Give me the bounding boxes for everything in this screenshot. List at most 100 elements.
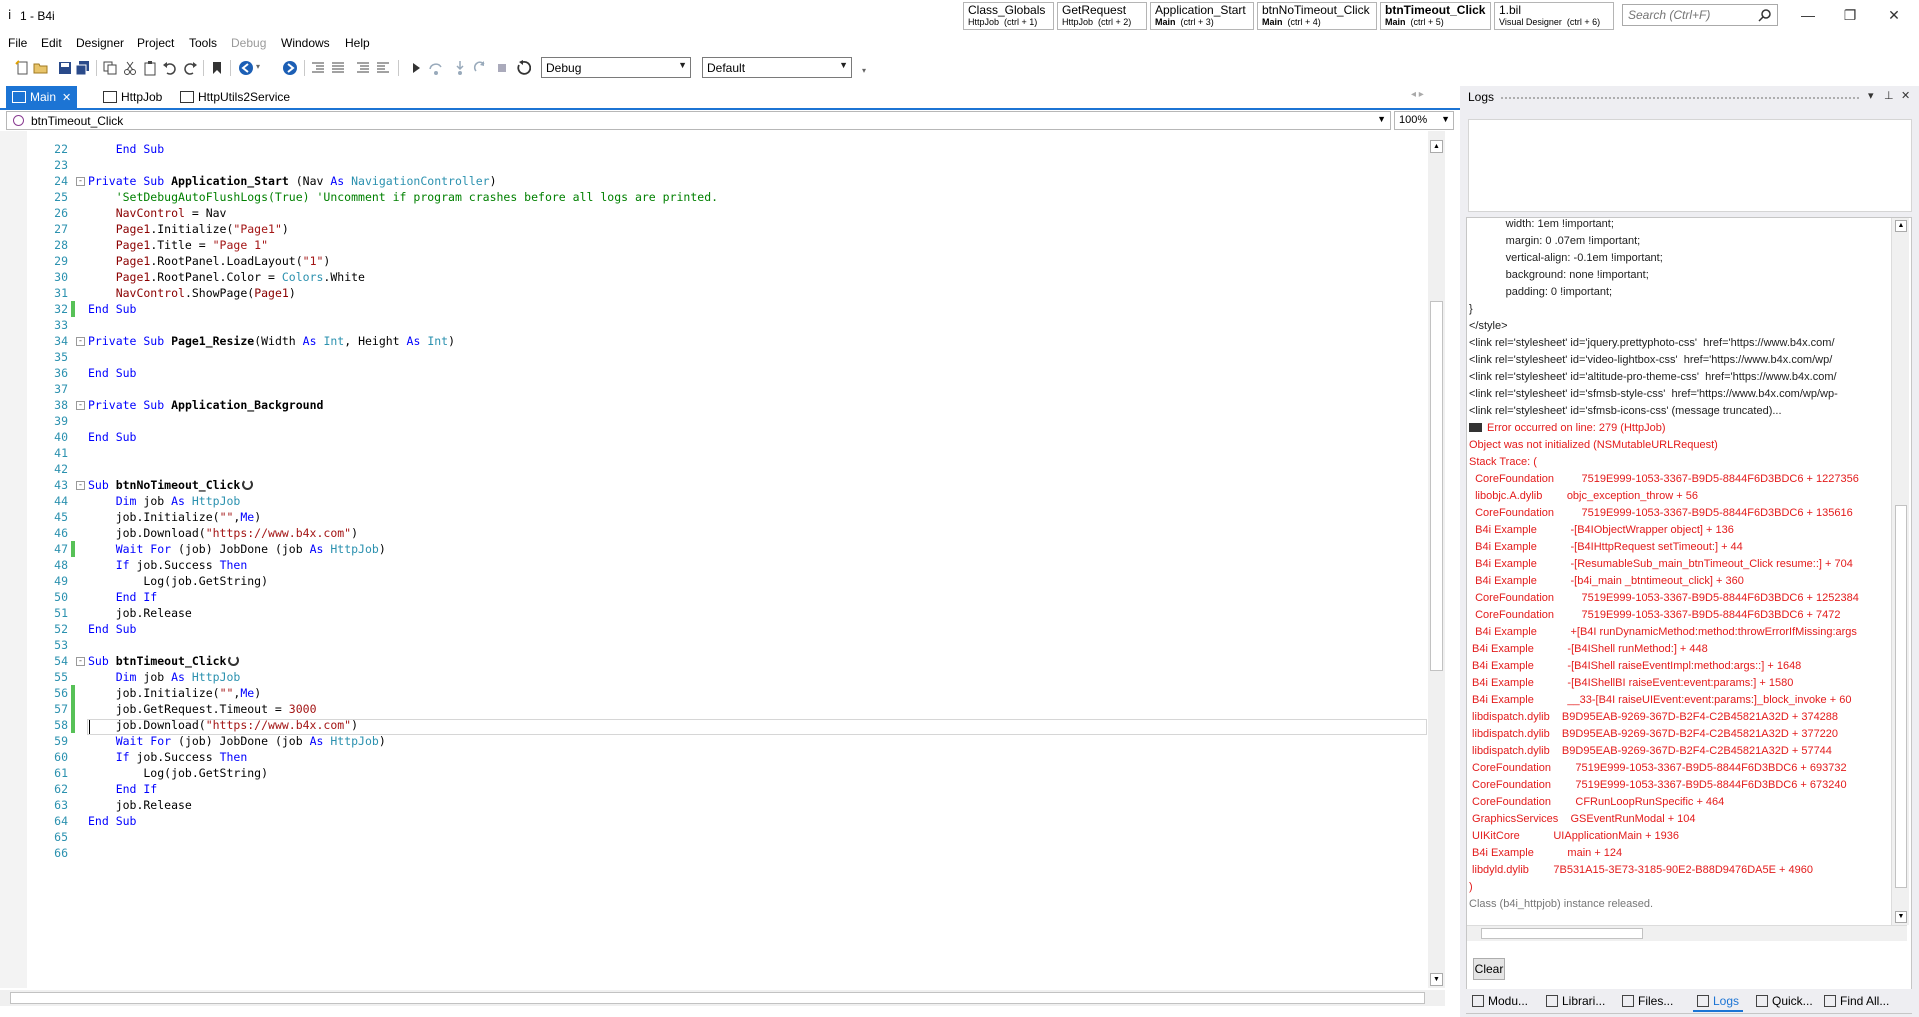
device-select[interactable]: Default ▼	[702, 57, 852, 78]
tab-scroll-arrows-icon[interactable]: ◂ ▸	[1411, 89, 1424, 100]
code-line[interactable]: 60 If job.Success Then	[0, 749, 1427, 765]
code-line[interactable]: 29 Page1.RootPanel.LoadLayout("1")	[0, 253, 1427, 269]
code-line[interactable]: 49 Log(job.GetString)	[0, 573, 1427, 589]
comment-icon[interactable]	[330, 60, 346, 76]
method-selector[interactable]: btnTimeout_Click ▼	[6, 111, 1391, 130]
nav-tab-getrequest[interactable]: GetRequest HttpJob (ctrl + 2)	[1057, 2, 1147, 30]
menu-project[interactable]: Project	[137, 36, 174, 50]
tab-httputils2service[interactable]: HttpUtils2Service	[174, 86, 296, 108]
menu-help[interactable]: Help	[345, 36, 370, 50]
code-line[interactable]: 40 End Sub	[0, 429, 1427, 445]
paste-icon[interactable]	[142, 60, 158, 76]
copy-icon[interactable]	[102, 60, 118, 76]
code-line[interactable]: 57 job.GetRequest.Timeout = 3000	[0, 701, 1427, 717]
scroll-up-icon[interactable]: ▲	[1895, 220, 1907, 232]
code-line[interactable]: 54- Sub btnTimeout_Click	[0, 653, 1427, 669]
code-line[interactable]: 52 End Sub	[0, 621, 1427, 637]
new-file-icon[interactable]	[14, 60, 30, 76]
indent-icon[interactable]	[310, 60, 326, 76]
panel-tab-findall[interactable]: Find All...	[1820, 992, 1893, 1010]
code-line[interactable]: 37	[0, 381, 1427, 397]
menu-designer[interactable]: Designer	[76, 36, 124, 50]
code-line[interactable]: 64 End Sub	[0, 813, 1427, 829]
search-input[interactable]	[1623, 5, 1753, 25]
code-line[interactable]: 24- Private Sub Application_Start (Nav As…	[0, 173, 1427, 189]
code-line[interactable]: 47 Wait For (job) JobDone (job As HttpJo…	[0, 541, 1427, 557]
restore-icon[interactable]: ❐	[1836, 4, 1864, 26]
code-line[interactable]: 50 End If	[0, 589, 1427, 605]
code-line[interactable]: 22 End Sub	[0, 141, 1427, 157]
nav-tab-btntimeout-click[interactable]: btnTimeout_Click Main (ctrl + 5)	[1380, 2, 1491, 30]
code-line[interactable]: 51 job.Release	[0, 605, 1427, 621]
scroll-thumb[interactable]	[1481, 928, 1643, 939]
logs-horizontal-scrollbar[interactable]	[1467, 925, 1907, 941]
code-line[interactable]: 63 job.Release	[0, 797, 1427, 813]
restart-icon[interactable]	[515, 60, 531, 76]
code-line[interactable]: 56 job.Initialize("",Me)	[0, 685, 1427, 701]
panel-menu-icon[interactable]: ▾	[1868, 89, 1874, 102]
search-box[interactable]	[1622, 4, 1778, 26]
logs-output[interactable]: width: 1em !important; margin: 0 .07em !…	[1466, 217, 1912, 1014]
scroll-thumb[interactable]	[10, 992, 1425, 1004]
menu-debug[interactable]: Debug	[231, 36, 266, 50]
undo-icon[interactable]	[162, 60, 178, 76]
chevron-down-icon[interactable]: ▾	[256, 62, 260, 71]
code-line[interactable]: 36 End Sub	[0, 365, 1427, 381]
fold-toggle-icon[interactable]: -	[76, 401, 85, 410]
build-config-select[interactable]: Debug ▼	[541, 57, 691, 78]
save-icon[interactable]	[57, 60, 73, 76]
menu-tools[interactable]: Tools	[189, 36, 217, 50]
code-line[interactable]: 46 job.Download("https://www.b4x.com")	[0, 525, 1427, 541]
code-line[interactable]: 28 Page1.Title = "Page 1"	[0, 237, 1427, 253]
code-line[interactable]: 34- Private Sub Page1_Resize(Width As Int…	[0, 333, 1427, 349]
fold-toggle-icon[interactable]: -	[76, 481, 85, 490]
code-line[interactable]: 55 Dim job As HttpJob	[0, 669, 1427, 685]
cut-icon[interactable]	[122, 60, 138, 76]
panel-tab-logs[interactable]: Logs	[1693, 992, 1744, 1012]
panel-tab-modu[interactable]: Modu...	[1468, 992, 1532, 1010]
code-line[interactable]: 45 job.Initialize("",Me)	[0, 509, 1427, 525]
menu-windows[interactable]: Windows	[281, 36, 330, 50]
zoom-select[interactable]: 100% ▼	[1394, 111, 1454, 130]
code-line[interactable]: 23	[0, 157, 1427, 173]
code-line[interactable]: 65	[0, 829, 1427, 845]
code-line[interactable]: 38- Private Sub Application_Background	[0, 397, 1427, 413]
navigate-back-icon[interactable]	[238, 60, 254, 76]
code-line[interactable]: 31 NavControl.ShowPage(Page1)	[0, 285, 1427, 301]
panel-tab-quick[interactable]: Quick...	[1752, 992, 1817, 1010]
code-line[interactable]: 25 'SetDebugAutoFlushLogs(True) 'Uncomme…	[0, 189, 1427, 205]
code-line[interactable]: 48 If job.Success Then	[0, 557, 1427, 573]
nav-tab-application-start[interactable]: Application_Start Main (ctrl + 3)	[1150, 2, 1254, 30]
block-comment-icon[interactable]	[355, 60, 371, 76]
code-line[interactable]: 32 End Sub	[0, 301, 1427, 317]
step-out-icon[interactable]	[472, 60, 488, 76]
block-uncomment-icon[interactable]	[375, 60, 391, 76]
step-over-icon[interactable]	[428, 60, 444, 76]
close-icon[interactable]: ✕	[62, 92, 71, 104]
nav-tab-class-globals[interactable]: Class_Globals HttpJob (ctrl + 1)	[963, 2, 1054, 30]
code-line[interactable]: 44 Dim job As HttpJob	[0, 493, 1427, 509]
navigate-forward-icon[interactable]	[282, 60, 298, 76]
fold-toggle-icon[interactable]: -	[76, 337, 85, 346]
scroll-thumb[interactable]	[1430, 301, 1443, 671]
code-line[interactable]: 33	[0, 317, 1427, 333]
stop-icon[interactable]	[494, 60, 510, 76]
pin-icon[interactable]: ⊥	[1884, 89, 1894, 102]
code-line[interactable]: 62 End If	[0, 781, 1427, 797]
nav-tab-1-bil[interactable]: 1.bil Visual Designer (ctrl + 6)	[1494, 2, 1614, 30]
code-line[interactable]: 43- Sub btnNoTimeout_Click	[0, 477, 1427, 493]
tab-main[interactable]: Main ✕	[6, 86, 78, 108]
tab-httpjob[interactable]: HttpJob	[97, 86, 168, 108]
drag-grip[interactable]	[1500, 96, 1860, 100]
code-editor[interactable]: 22 End Sub 23 24- Private Sub Application_S…	[0, 131, 1427, 988]
code-line[interactable]: 42	[0, 461, 1427, 477]
menu-file[interactable]: File	[8, 36, 27, 50]
code-line[interactable]: 53	[0, 637, 1427, 653]
scroll-down-icon[interactable]: ▼	[1895, 911, 1907, 923]
code-line[interactable]: 35	[0, 349, 1427, 365]
code-line[interactable]: 41	[0, 445, 1427, 461]
scroll-down-icon[interactable]: ▼	[1430, 973, 1443, 986]
scroll-up-icon[interactable]: ▲	[1430, 140, 1443, 153]
fold-toggle-icon[interactable]: -	[76, 657, 85, 666]
code-line[interactable]: 61 Log(job.GetString)	[0, 765, 1427, 781]
